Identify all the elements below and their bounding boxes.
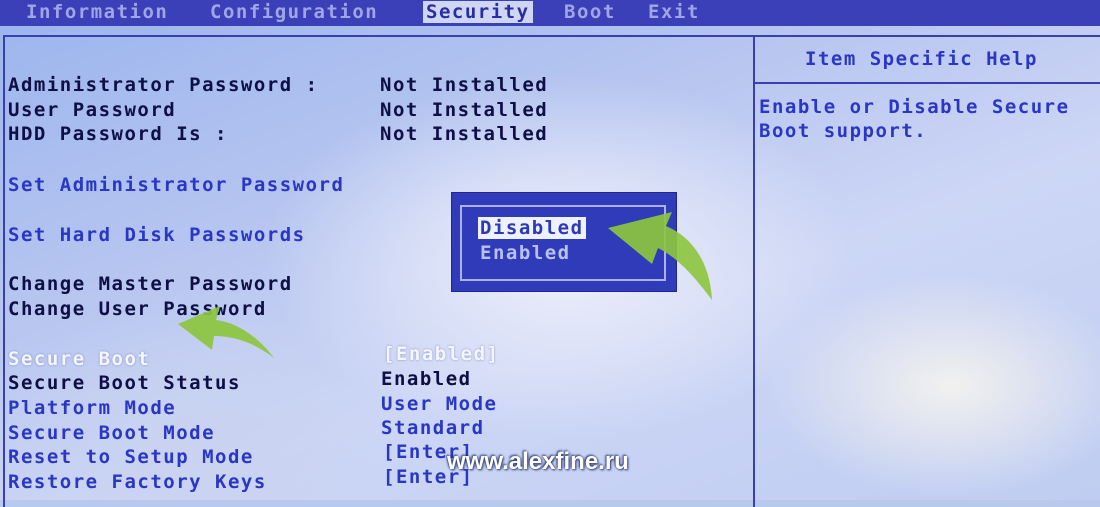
platform-mode-label: Platform Mode [8, 397, 177, 419]
help-text-line2: Boot support. [759, 120, 928, 142]
tab-information[interactable]: Information [26, 1, 168, 23]
help-text-line1: Enable or Disable Secure [759, 96, 1070, 118]
help-title: Item Specific Help [805, 48, 1038, 70]
set-admin-password-item[interactable]: Set Administrator Password [8, 174, 344, 196]
secure-boot-mode-label: Secure Boot Mode [8, 422, 216, 444]
admin-password-value: Not Installed [380, 74, 549, 96]
tab-boot[interactable]: Boot [564, 1, 616, 23]
platform-mode-value: User Mode [381, 393, 498, 415]
secure-boot-mode-value: Standard [381, 417, 485, 439]
arrow-pointer-icon [608, 212, 712, 300]
secure-boot-value[interactable]: [Enabled] [383, 343, 499, 365]
tab-exit[interactable]: Exit [648, 1, 700, 23]
option-enabled[interactable]: Enabled [480, 242, 571, 264]
set-hard-disk-passwords-item[interactable]: Set Hard Disk Passwords [8, 224, 306, 246]
change-master-password-item[interactable]: Change Master Password [8, 273, 293, 295]
user-password-value: Not Installed [380, 99, 549, 121]
restore-factory-keys-item[interactable]: Restore Factory Keys [8, 471, 267, 493]
user-password-label: User Password [8, 99, 177, 121]
menu-bar: Information Configuration Security Boot … [0, 0, 1100, 26]
tab-configuration[interactable]: Configuration [210, 1, 378, 23]
secure-boot-status-value: Enabled [381, 368, 472, 390]
reset-to-setup-mode-item[interactable]: Reset to Setup Mode [8, 446, 254, 468]
tab-security[interactable]: Security [423, 1, 533, 23]
secure-boot-item[interactable]: Secure Boot [8, 348, 150, 370]
option-disabled[interactable]: Disabled [478, 217, 586, 239]
admin-password-label: Administrator Password : [8, 74, 319, 96]
hdd-password-value: Not Installed [380, 123, 549, 145]
help-title-divider [754, 82, 1100, 84]
hdd-password-label: HDD Password Is : [8, 123, 228, 145]
secure-boot-status-label: Secure Boot Status [8, 372, 241, 394]
arrow-pointer-icon [178, 306, 274, 358]
watermark: www.alexfine.ru [447, 448, 629, 475]
